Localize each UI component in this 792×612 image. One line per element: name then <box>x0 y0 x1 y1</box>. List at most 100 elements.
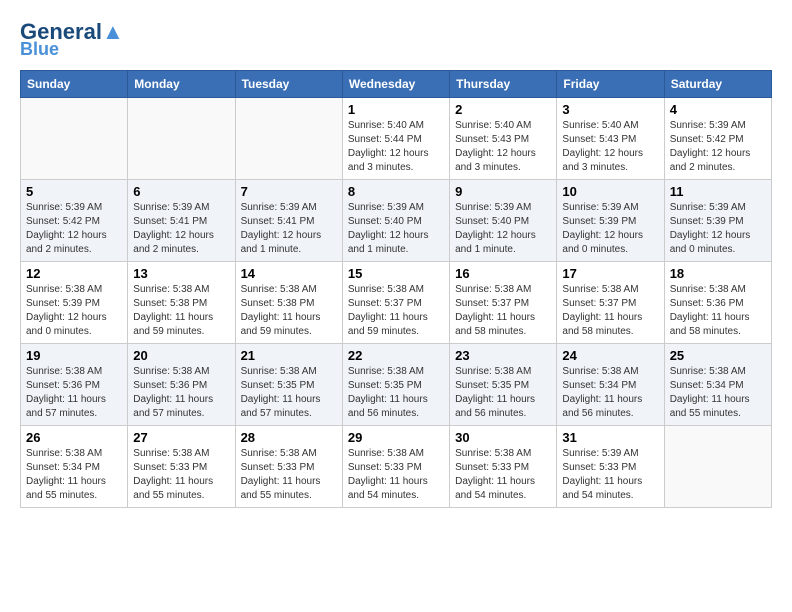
day-info: Sunrise: 5:40 AM Sunset: 5:43 PM Dayligh… <box>562 119 658 175</box>
day-cell: 8 Sunrise: 5:39 AM Sunset: 5:40 PM Daylig… <box>342 179 449 261</box>
day-info: Sunrise: 5:38 AM Sunset: 5:35 PM Dayligh… <box>241 365 337 421</box>
day-info: Sunrise: 5:38 AM Sunset: 5:35 PM Dayligh… <box>455 365 551 421</box>
day-number: 12 <box>26 266 122 281</box>
day-cell: 14 Sunrise: 5:38 AM Sunset: 5:38 PM Dayli… <box>235 261 342 343</box>
day-info: Sunrise: 5:39 AM Sunset: 5:39 PM Dayligh… <box>670 201 766 257</box>
day-number: 16 <box>455 266 551 281</box>
day-info: Sunrise: 5:38 AM Sunset: 5:38 PM Dayligh… <box>241 283 337 339</box>
day-cell: 15 Sunrise: 5:38 AM Sunset: 5:37 PM Dayli… <box>342 261 449 343</box>
day-number: 22 <box>348 348 444 363</box>
day-cell: 30 Sunrise: 5:38 AM Sunset: 5:33 PM Dayli… <box>450 425 557 507</box>
day-info: Sunrise: 5:38 AM Sunset: 5:38 PM Dayligh… <box>133 283 229 339</box>
day-number: 6 <box>133 184 229 199</box>
day-cell: 28 Sunrise: 5:38 AM Sunset: 5:33 PM Dayli… <box>235 425 342 507</box>
day-number: 25 <box>670 348 766 363</box>
day-number: 24 <box>562 348 658 363</box>
day-info: Sunrise: 5:38 AM Sunset: 5:33 PM Dayligh… <box>348 447 444 503</box>
day-number: 9 <box>455 184 551 199</box>
day-cell <box>664 425 771 507</box>
day-info: Sunrise: 5:38 AM Sunset: 5:36 PM Dayligh… <box>670 283 766 339</box>
day-number: 27 <box>133 430 229 445</box>
day-cell <box>21 97 128 179</box>
day-cell: 31Sunrise: 5:39 AM Sunset: 5:33 PM Dayli… <box>557 425 664 507</box>
day-info: Sunrise: 5:39 AM Sunset: 5:41 PM Dayligh… <box>241 201 337 257</box>
day-info: Sunrise: 5:38 AM Sunset: 5:37 PM Dayligh… <box>348 283 444 339</box>
day-cell: 9 Sunrise: 5:39 AM Sunset: 5:40 PM Daylig… <box>450 179 557 261</box>
day-cell: 11 Sunrise: 5:39 AM Sunset: 5:39 PM Dayli… <box>664 179 771 261</box>
calendar-body: 1Sunrise: 5:40 AM Sunset: 5:44 PM Daylig… <box>21 97 772 507</box>
day-number: 30 <box>455 430 551 445</box>
day-cell: 10 Sunrise: 5:39 AM Sunset: 5:39 PM Dayli… <box>557 179 664 261</box>
day-cell: 3Sunrise: 5:40 AM Sunset: 5:43 PM Daylig… <box>557 97 664 179</box>
day-number: 28 <box>241 430 337 445</box>
day-cell: 19 Sunrise: 5:38 AM Sunset: 5:36 PM Dayli… <box>21 343 128 425</box>
day-number: 29 <box>348 430 444 445</box>
day-number: 23 <box>455 348 551 363</box>
weekday-saturday: Saturday <box>664 70 771 97</box>
week-row-5: 26 Sunrise: 5:38 AM Sunset: 5:34 PM Dayli… <box>21 425 772 507</box>
day-info: Sunrise: 5:38 AM Sunset: 5:39 PM Dayligh… <box>26 283 122 339</box>
day-number: 14 <box>241 266 337 281</box>
day-info: Sunrise: 5:38 AM Sunset: 5:37 PM Dayligh… <box>562 283 658 339</box>
day-cell: 1Sunrise: 5:40 AM Sunset: 5:44 PM Daylig… <box>342 97 449 179</box>
day-cell: 12 Sunrise: 5:38 AM Sunset: 5:39 PM Dayli… <box>21 261 128 343</box>
day-info: Sunrise: 5:38 AM Sunset: 5:36 PM Dayligh… <box>26 365 122 421</box>
day-number: 4 <box>670 102 766 117</box>
week-row-2: 5Sunrise: 5:39 AM Sunset: 5:42 PM Daylig… <box>21 179 772 261</box>
day-number: 31 <box>562 430 658 445</box>
day-number: 15 <box>348 266 444 281</box>
day-info: Sunrise: 5:39 AM Sunset: 5:41 PM Dayligh… <box>133 201 229 257</box>
day-info: Sunrise: 5:38 AM Sunset: 5:34 PM Dayligh… <box>26 447 122 503</box>
day-number: 7 <box>241 184 337 199</box>
day-number: 2 <box>455 102 551 117</box>
day-number: 18 <box>670 266 766 281</box>
day-number: 26 <box>26 430 122 445</box>
day-cell: 18 Sunrise: 5:38 AM Sunset: 5:36 PM Dayli… <box>664 261 771 343</box>
day-cell: 24Sunrise: 5:38 AM Sunset: 5:34 PM Dayli… <box>557 343 664 425</box>
day-cell: 17 Sunrise: 5:38 AM Sunset: 5:37 PM Dayli… <box>557 261 664 343</box>
day-cell: 7 Sunrise: 5:39 AM Sunset: 5:41 PM Daylig… <box>235 179 342 261</box>
day-info: Sunrise: 5:39 AM Sunset: 5:42 PM Dayligh… <box>670 119 766 175</box>
calendar-table: SundayMondayTuesdayWednesdayThursdayFrid… <box>20 70 772 508</box>
day-info: Sunrise: 5:38 AM Sunset: 5:33 PM Dayligh… <box>133 447 229 503</box>
day-cell: 13 Sunrise: 5:38 AM Sunset: 5:38 PM Dayli… <box>128 261 235 343</box>
day-info: Sunrise: 5:38 AM Sunset: 5:37 PM Dayligh… <box>455 283 551 339</box>
week-row-4: 19 Sunrise: 5:38 AM Sunset: 5:36 PM Dayli… <box>21 343 772 425</box>
weekday-tuesday: Tuesday <box>235 70 342 97</box>
day-info: Sunrise: 5:39 AM Sunset: 5:40 PM Dayligh… <box>455 201 551 257</box>
day-info: Sunrise: 5:38 AM Sunset: 5:34 PM Dayligh… <box>670 365 766 421</box>
weekday-wednesday: Wednesday <box>342 70 449 97</box>
day-number: 11 <box>670 184 766 199</box>
day-cell: 21Sunrise: 5:38 AM Sunset: 5:35 PM Dayli… <box>235 343 342 425</box>
day-cell: 23 Sunrise: 5:38 AM Sunset: 5:35 PM Dayli… <box>450 343 557 425</box>
day-cell: 2Sunrise: 5:40 AM Sunset: 5:43 PM Daylig… <box>450 97 557 179</box>
day-info: Sunrise: 5:40 AM Sunset: 5:44 PM Dayligh… <box>348 119 444 175</box>
day-number: 17 <box>562 266 658 281</box>
day-number: 10 <box>562 184 658 199</box>
day-number: 13 <box>133 266 229 281</box>
day-cell: 5Sunrise: 5:39 AM Sunset: 5:42 PM Daylig… <box>21 179 128 261</box>
day-info: Sunrise: 5:39 AM Sunset: 5:40 PM Dayligh… <box>348 201 444 257</box>
week-row-1: 1Sunrise: 5:40 AM Sunset: 5:44 PM Daylig… <box>21 97 772 179</box>
day-info: Sunrise: 5:38 AM Sunset: 5:35 PM Dayligh… <box>348 365 444 421</box>
day-info: Sunrise: 5:38 AM Sunset: 5:36 PM Dayligh… <box>133 365 229 421</box>
logo-blue: Blue <box>20 40 59 60</box>
day-info: Sunrise: 5:38 AM Sunset: 5:33 PM Dayligh… <box>455 447 551 503</box>
day-cell: 16 Sunrise: 5:38 AM Sunset: 5:37 PM Dayli… <box>450 261 557 343</box>
day-info: Sunrise: 5:39 AM Sunset: 5:39 PM Dayligh… <box>562 201 658 257</box>
day-cell <box>128 97 235 179</box>
logo: General▲ Blue <box>20 20 124 60</box>
weekday-header-row: SundayMondayTuesdayWednesdayThursdayFrid… <box>21 70 772 97</box>
day-number: 5 <box>26 184 122 199</box>
day-cell: 4 Sunrise: 5:39 AM Sunset: 5:42 PM Daylig… <box>664 97 771 179</box>
day-cell: 25 Sunrise: 5:38 AM Sunset: 5:34 PM Dayli… <box>664 343 771 425</box>
day-number: 19 <box>26 348 122 363</box>
page-header: General▲ Blue <box>20 20 772 60</box>
week-row-3: 12 Sunrise: 5:38 AM Sunset: 5:39 PM Dayli… <box>21 261 772 343</box>
day-cell: 27 Sunrise: 5:38 AM Sunset: 5:33 PM Dayli… <box>128 425 235 507</box>
weekday-thursday: Thursday <box>450 70 557 97</box>
day-cell <box>235 97 342 179</box>
day-number: 8 <box>348 184 444 199</box>
day-info: Sunrise: 5:38 AM Sunset: 5:33 PM Dayligh… <box>241 447 337 503</box>
day-cell: 6 Sunrise: 5:39 AM Sunset: 5:41 PM Daylig… <box>128 179 235 261</box>
